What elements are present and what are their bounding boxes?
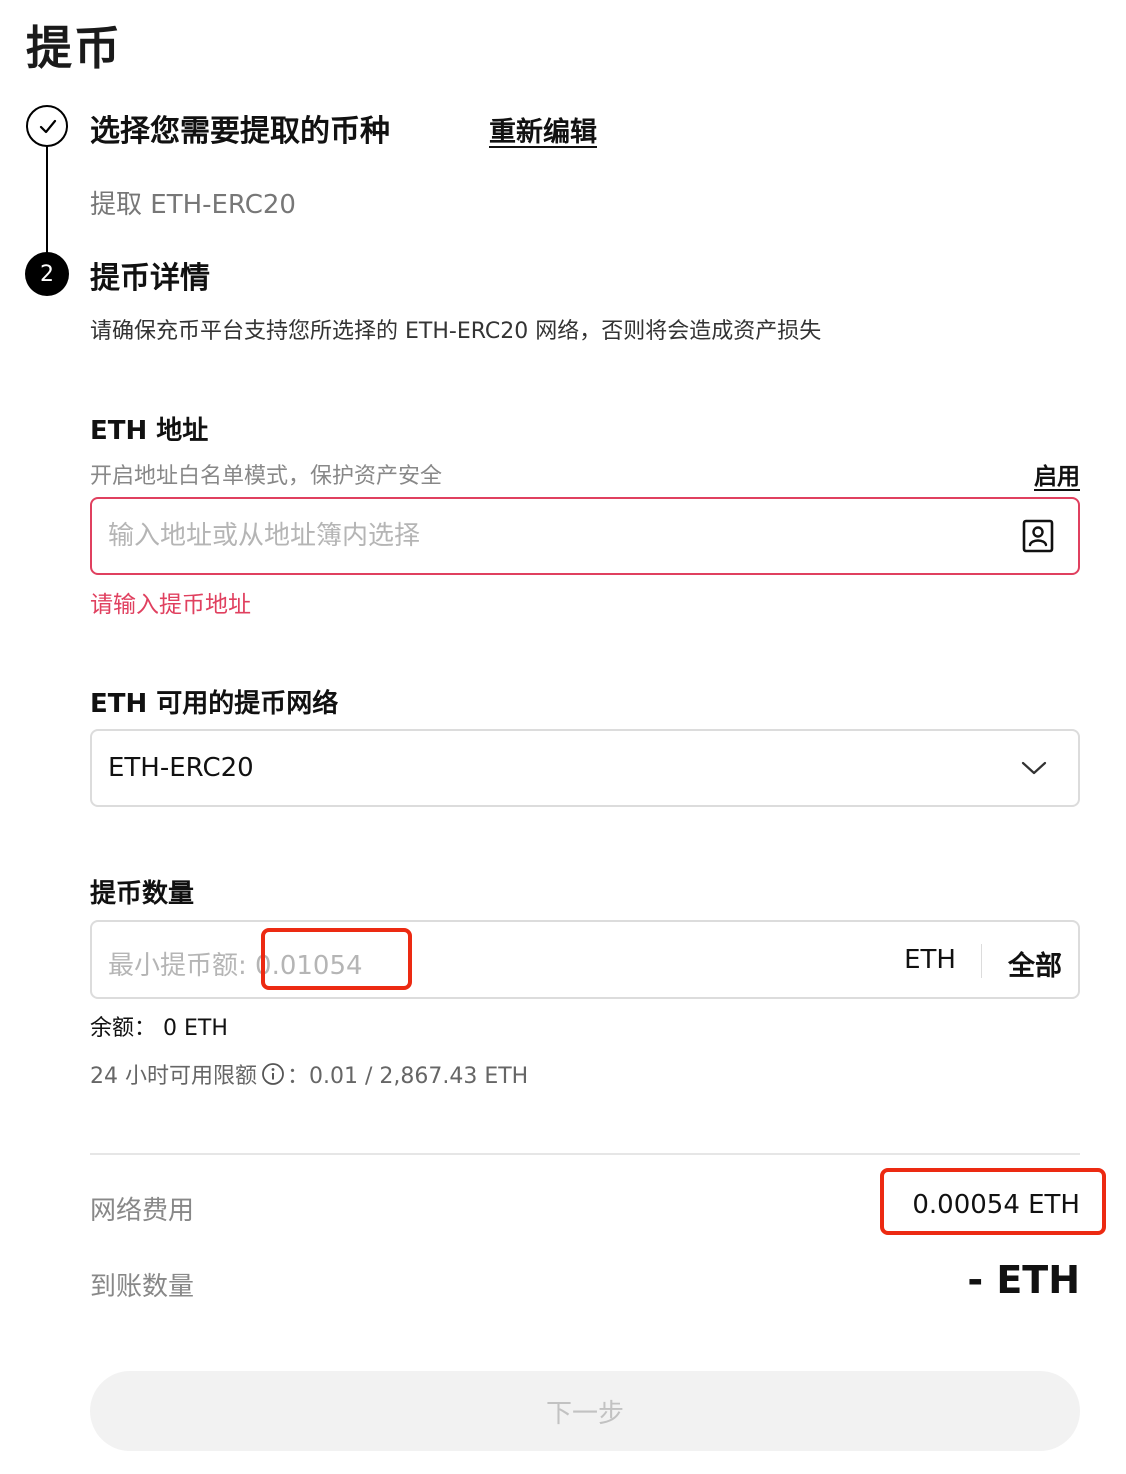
min-amount-prefix: 最小提币额:: [108, 951, 256, 981]
step1-title: 选择您需要提取的币种: [90, 114, 390, 149]
chevron-down-icon: [1021, 761, 1047, 775]
network-select[interactable]: ETH-ERC20: [90, 729, 1080, 807]
stepper-line: [46, 146, 48, 256]
checkmark-icon: [39, 119, 57, 134]
balance-value: 0 ETH: [163, 1016, 228, 1041]
step2-title: 提币详情: [90, 261, 210, 296]
whitelist-description: 开启地址白名单模式，保护资产安全: [90, 464, 443, 489]
daily-limit-text: 24 小时可用限额 ：0.01 / 2,867.43 ETH: [90, 1058, 528, 1090]
withdraw-page: 提币 选择您需要提取的币种 重新编辑 提取 ETH-ERC20 2 提币详情 请…: [0, 0, 1126, 1474]
daily-limit-value: ：0.01 / 2,867.43 ETH: [287, 1064, 529, 1089]
amount-unit: ETH: [904, 945, 956, 975]
address-field[interactable]: [90, 497, 1080, 575]
network-fee-label: 网络费用: [90, 1196, 195, 1226]
step1-check-circle: [26, 105, 68, 147]
next-step-button[interactable]: 下一步: [90, 1371, 1080, 1451]
amount-field[interactable]: 最小提币额: 0.01054 ETH 全部: [90, 920, 1080, 999]
step2-number-badge: 2: [25, 252, 69, 296]
withdraw-all-button[interactable]: 全部: [1008, 944, 1062, 983]
fee-highlight: [880, 1168, 1106, 1235]
step1-summary: 提取 ETH-ERC20: [90, 190, 296, 220]
page-title: 提币: [26, 21, 122, 75]
address-input[interactable]: [108, 499, 988, 573]
address-error-message: 请输入提币地址: [90, 592, 251, 618]
min-amount-highlight: [261, 928, 412, 990]
divider: [90, 1153, 1080, 1155]
amount-label: 提币数量: [90, 879, 195, 909]
network-warning-text: 请确保充币平台支持您所选择的 ETH-ERC20 网络，否则将会造成资产损失: [90, 319, 822, 344]
balance-text: 余额： 0 ETH: [90, 1010, 228, 1042]
receive-amount-label: 到账数量: [90, 1272, 195, 1302]
re-edit-link[interactable]: 重新编辑: [489, 110, 597, 149]
info-icon[interactable]: [261, 1062, 285, 1086]
network-label: ETH 可用的提币网络: [90, 689, 339, 719]
daily-limit-label: 24 小时可用限额: [90, 1064, 257, 1089]
enable-whitelist-link[interactable]: 启用: [1034, 457, 1080, 491]
balance-label: 余额：: [90, 1016, 157, 1041]
address-label: ETH 地址: [90, 416, 209, 446]
receive-amount-value: - ETH: [967, 1258, 1080, 1302]
address-book-icon[interactable]: [1022, 519, 1054, 553]
network-selected-value: ETH-ERC20: [108, 753, 254, 783]
amount-divider: [981, 944, 982, 978]
